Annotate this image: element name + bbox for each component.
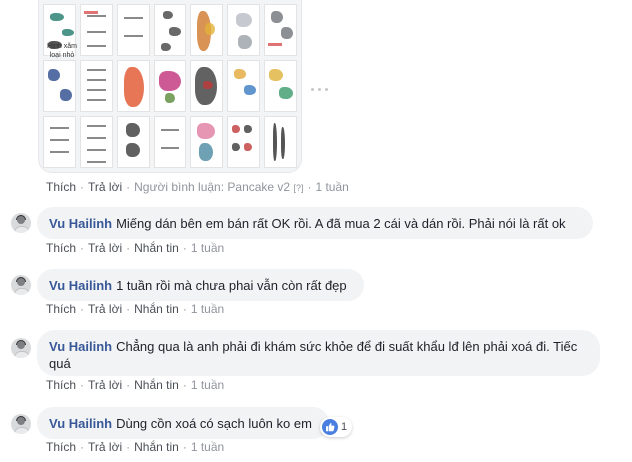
responder-label: Người bình luận: Pancake v2 (134, 180, 291, 194)
sticker-thumb (153, 4, 187, 56)
comment-bubble: Vu Hailinh Chẳng qua là anh phải đi khám … (37, 330, 600, 376)
sticker-thumb (264, 4, 297, 56)
reply-link[interactable]: Trả lời (88, 241, 122, 255)
like-link[interactable]: Thích (46, 440, 76, 454)
comment-actions: Thích · Trả lời · Nhắn tin · 1 tuần (46, 378, 225, 392)
message-link[interactable]: Nhắn tin (134, 241, 179, 255)
author-name[interactable]: Vu Hailinh (49, 416, 112, 431)
comment-actions: Thích · Trả lời · Nhắn tin · 1 tuần (46, 440, 225, 454)
message-link[interactable]: Nhắn tin (134, 378, 179, 392)
comment-actions: Thích · Trả lời · Nhắn tin · 1 tuần (46, 302, 225, 316)
avatar[interactable] (11, 213, 31, 233)
attachment-caption: Hình xăm loại nhỏ (47, 43, 77, 59)
author-name[interactable]: Vu Hailinh (49, 278, 112, 293)
attachment-actions: Thích · Trả lời · Người bình luận: Pancake v… (46, 180, 349, 194)
timestamp[interactable]: 1 tuần (191, 378, 224, 392)
reply-link[interactable]: Trả lời (88, 378, 122, 392)
author-name[interactable]: Vu Hailinh (49, 339, 112, 354)
avatar[interactable] (11, 275, 31, 295)
timestamp[interactable]: 1 tuần (191, 302, 224, 316)
message-link[interactable]: Nhắn tin (134, 302, 179, 316)
tattoo-sticker-image[interactable]: Hình xăm loại nhỏ (38, 0, 302, 173)
avatar[interactable] (11, 338, 31, 358)
sticker-thumb (43, 60, 76, 112)
reply-link[interactable]: Trả lời (88, 440, 122, 454)
reply-link[interactable]: Trả lời (88, 180, 122, 194)
timestamp[interactable]: 1 tuần (191, 440, 224, 454)
comment-text: Miếng dán bên em bán rất OK rồi. A đã mu… (116, 216, 566, 231)
reply-link[interactable]: Trả lời (88, 302, 122, 316)
sticker-thumb (79, 4, 113, 56)
comment-text: 1 tuần rồi mà chưa phai vẫn còn rất đẹp (116, 278, 347, 293)
sticker-thumb (190, 116, 224, 168)
sticker-thumb (227, 116, 261, 168)
sticker-thumb (116, 116, 150, 168)
message-link[interactable]: Nhắn tin (134, 440, 179, 454)
sticker-thumb (227, 60, 261, 112)
help-flag[interactable]: [?] (293, 183, 303, 193)
comment-bubble: Vu Hailinh 1 tuần rồi mà chưa phai vẫn cò… (37, 269, 364, 301)
avatar[interactable] (11, 414, 31, 434)
reaction-summary[interactable]: 1 (320, 417, 353, 437)
sticker-thumb (153, 116, 187, 168)
sticker-thumb (79, 116, 113, 168)
thumbs-up-icon (322, 419, 338, 435)
sticker-thumb (190, 4, 224, 56)
like-link[interactable]: Thích (46, 180, 76, 194)
sticker-grid (43, 4, 297, 168)
author-name[interactable]: Vu Hailinh (49, 216, 112, 231)
sticker-thumb (264, 116, 297, 168)
sticker-thumb (264, 60, 297, 112)
sticker-thumb (116, 60, 150, 112)
reaction-count: 1 (341, 421, 348, 433)
like-link[interactable]: Thích (46, 241, 76, 255)
sticker-thumb (79, 60, 113, 112)
comment-text: Chẳng qua là anh phải đi khám sức khỏe đ… (49, 339, 578, 371)
sticker-thumb (190, 60, 224, 112)
comment-bubble: Vu Hailinh Miếng dán bên em bán rất OK rồ… (37, 207, 593, 239)
more-photos-indicator (311, 88, 328, 91)
sticker-thumb (43, 116, 76, 168)
sticker-thumb (116, 4, 150, 56)
like-link[interactable]: Thích (46, 302, 76, 316)
sticker-thumb (153, 60, 187, 112)
timestamp[interactable]: 1 tuần (315, 180, 348, 194)
timestamp[interactable]: 1 tuần (191, 241, 224, 255)
sticker-thumb (227, 4, 261, 56)
comment-actions: Thích · Trả lời · Nhắn tin · 1 tuần (46, 241, 225, 255)
like-link[interactable]: Thích (46, 378, 76, 392)
comment-text: Dùng cồn xoá có sạch luôn ko em (116, 416, 312, 431)
comment-bubble: Vu Hailinh Dùng cồn xoá có sạch luôn ko e… (37, 407, 329, 439)
